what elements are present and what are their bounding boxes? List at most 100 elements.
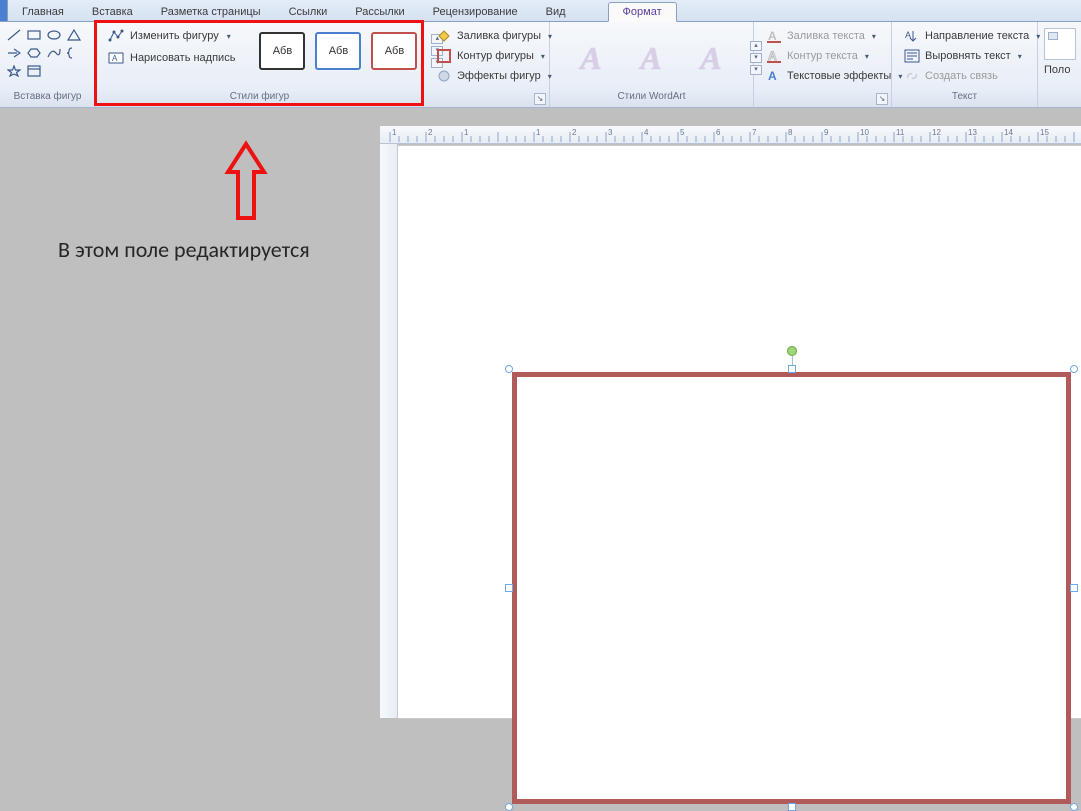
selected-shape[interactable] — [506, 366, 1077, 810]
shape-hex-icon[interactable] — [26, 46, 42, 60]
shapes-gallery[interactable] — [6, 26, 89, 78]
svg-text:A: A — [112, 54, 118, 63]
svg-text:A: A — [768, 49, 777, 63]
text-direction-icon: A — [904, 28, 920, 44]
tab-layout[interactable]: Разметка страницы — [147, 3, 275, 21]
shape-rect-icon[interactable] — [26, 28, 42, 42]
file-tab-edge[interactable] — [0, 0, 8, 21]
text-direction-button[interactable]: A Направление текста▾ — [904, 28, 1040, 44]
handle-e[interactable] — [1070, 584, 1078, 592]
wordart-launcher[interactable]: ↘ — [876, 93, 888, 105]
shape-ellipse-icon[interactable] — [46, 28, 62, 42]
tab-format[interactable]: Формат — [608, 2, 677, 22]
tab-mailings[interactable]: Рассылки — [341, 3, 418, 21]
shape-curve-icon[interactable] — [46, 46, 62, 60]
svg-text:10: 10 — [860, 128, 869, 137]
group-shape-format: Заливка фигуры▾ Контур фигуры▾ Эффекты ф… — [424, 22, 550, 107]
shape-style-2[interactable]: Абв — [315, 32, 361, 70]
rotation-handle[interactable] — [787, 346, 797, 356]
svg-text:11: 11 — [896, 128, 905, 137]
text-direction-label: Направление текста — [925, 30, 1029, 42]
outline-icon — [436, 48, 452, 64]
handle-se[interactable] — [1070, 803, 1078, 811]
text-fill-button[interactable]: A Заливка текста▾ — [766, 28, 902, 44]
wordart-style-1[interactable]: А — [566, 34, 616, 82]
svg-text:2: 2 — [572, 128, 577, 137]
align-text-label: Выровнять текст — [925, 50, 1011, 62]
edit-shape-icon — [108, 28, 124, 44]
shape-triangle-icon[interactable] — [66, 28, 82, 42]
position-label: Поло — [1044, 64, 1076, 76]
handle-sw[interactable] — [505, 803, 513, 811]
group-insert-shapes: Вставка фигур — [0, 22, 96, 107]
svg-text:3: 3 — [608, 128, 613, 137]
tab-insert[interactable]: Вставка — [78, 3, 147, 21]
svg-text:4: 4 — [644, 128, 649, 137]
shape-effects-button[interactable]: Эффекты фигур▾ — [436, 68, 552, 84]
group-shape-styles: Изменить фигуру ▾ A Нарисовать надпись А… — [96, 22, 424, 107]
svg-text:A: A — [768, 29, 777, 43]
shape-style-1[interactable]: Абв — [259, 32, 305, 70]
draw-textbox-button[interactable]: A Нарисовать надпись — [108, 50, 235, 66]
svg-text:8: 8 — [788, 128, 793, 137]
effects-icon — [436, 68, 452, 84]
shape-more-icon[interactable] — [26, 64, 42, 78]
wordart-style-2[interactable]: А — [626, 34, 676, 82]
ruler-horizontal[interactable]: 121123456789101112131415 — [380, 126, 1081, 144]
dropdown-icon: ▾ — [227, 32, 231, 41]
svg-text:14: 14 — [1004, 128, 1013, 137]
shape-star-icon[interactable] — [6, 64, 22, 78]
shape-outline-button[interactable]: Контур фигуры▾ — [436, 48, 552, 64]
link-icon — [904, 68, 920, 84]
text-effects-label: Текстовые эффекты — [787, 70, 891, 82]
handle-nw[interactable] — [505, 365, 513, 373]
svg-text:13: 13 — [968, 128, 977, 137]
text-effects-button[interactable]: A Текстовые эффекты▾ — [766, 68, 902, 84]
align-text-icon — [904, 48, 920, 64]
svg-text:12: 12 — [932, 128, 941, 137]
ruler-vertical[interactable] — [380, 144, 398, 718]
shape-rectangle[interactable] — [512, 372, 1071, 804]
tab-review[interactable]: Рецензирование — [419, 3, 532, 21]
tab-home[interactable]: Главная — [8, 3, 78, 21]
svg-text:5: 5 — [680, 128, 685, 137]
fill-icon — [436, 28, 452, 44]
text-effects-icon: A — [766, 68, 782, 84]
text-outline-icon: A — [766, 48, 782, 64]
shape-styles-launcher[interactable]: ↘ — [534, 93, 546, 105]
text-fill-icon: A — [766, 28, 782, 44]
group-text: A Направление текста▾ Выровнять текст▾ С… — [892, 22, 1038, 107]
shape-fill-label: Заливка фигуры — [457, 30, 541, 42]
shape-fill-button[interactable]: Заливка фигуры▾ — [436, 28, 552, 44]
tab-view[interactable]: Вид — [532, 3, 580, 21]
group-wordart-format: A Заливка текста▾ A Контур текста▾ A Тек… — [754, 22, 892, 107]
handle-ne[interactable] — [1070, 365, 1078, 373]
handle-s[interactable] — [788, 803, 796, 811]
edit-shape-button[interactable]: Изменить фигуру ▾ — [108, 28, 235, 44]
wordart-gallery[interactable]: А А А ▴▾▾ — [556, 26, 772, 90]
shape-style-3[interactable]: Абв — [371, 32, 417, 70]
ribbon: Вставка фигур Изменить фигуру ▾ A Нарисо… — [0, 22, 1081, 108]
ribbon-tabs: Главная Вставка Разметка страницы Ссылки… — [0, 0, 1081, 22]
tab-references[interactable]: Ссылки — [275, 3, 342, 21]
tab-spacer — [580, 15, 608, 21]
wordart-style-3[interactable]: А — [686, 34, 736, 82]
shape-arrow-icon[interactable] — [6, 46, 22, 60]
text-fill-label: Заливка текста — [787, 30, 865, 42]
position-icon[interactable] — [1044, 28, 1076, 60]
text-outline-button[interactable]: A Контур текста▾ — [766, 48, 902, 64]
align-text-button[interactable]: Выровнять текст▾ — [904, 48, 1040, 64]
group-label-shape-styles: Стили фигур — [96, 90, 423, 107]
svg-text:1: 1 — [464, 128, 469, 137]
annotation-arrow-icon — [224, 140, 268, 222]
shape-line-icon[interactable] — [6, 28, 22, 42]
create-link-button: Создать связь — [904, 68, 1040, 84]
group-wordart-styles: А А А ▴▾▾ Стили WordArt — [550, 22, 754, 107]
group-label-empty1 — [424, 90, 549, 107]
handle-w[interactable] — [505, 584, 513, 592]
group-label-wordart: Стили WordArt — [550, 90, 753, 107]
svg-text:7: 7 — [752, 128, 757, 137]
handle-n[interactable] — [788, 365, 796, 373]
shape-brace-icon[interactable] — [66, 46, 82, 60]
shape-styles-gallery[interactable]: Абв Абв Абв ▴▾▾ — [251, 26, 451, 76]
